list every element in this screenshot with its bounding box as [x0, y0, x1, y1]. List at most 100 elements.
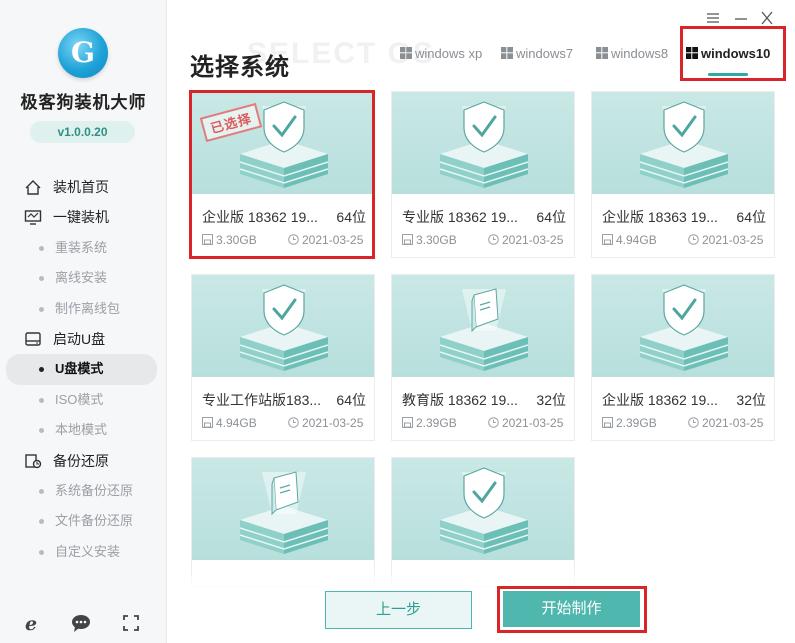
- backup-icon: [25, 453, 42, 468]
- logo-glyph: G: [71, 36, 95, 69]
- bullet-dot-icon: [39, 519, 44, 525]
- sidebar-subitem-label: U盘模式: [55, 361, 104, 377]
- tab-label: windows xp: [415, 46, 483, 61]
- os-card[interactable]: 专业工作站版183... 64位 4.94GB 2021-03-25: [191, 274, 375, 441]
- os-size: 2.39GB: [416, 416, 457, 430]
- disk-icon: [602, 234, 613, 245]
- sidebar-item-9[interactable]: 备份还原: [0, 446, 167, 476]
- os-thumbnail: [392, 458, 574, 560]
- tab-windows-xp[interactable]: windows xp: [400, 40, 482, 68]
- os-thumbnail: [392, 92, 574, 194]
- shield-check-icon: [592, 101, 774, 194]
- os-meta: 4.94GB 2021-03-25: [202, 416, 363, 430]
- bullet-dot-icon: [39, 549, 44, 555]
- disk-icon: [402, 234, 413, 245]
- sidebar-item-4[interactable]: 制作离线包: [0, 294, 167, 324]
- os-name: 专业工作站版183...: [202, 392, 322, 408]
- os-size: 3.30GB: [416, 233, 457, 247]
- sidebar-item-7[interactable]: ISO模式: [0, 385, 167, 415]
- os-card[interactable]: 企业版 18363 19... 64位 4.94GB 2021-03-25: [591, 91, 775, 258]
- sidebar-item-5[interactable]: 启动U盘: [0, 324, 167, 354]
- os-thumbnail: [592, 275, 774, 377]
- monitor-icon: [24, 210, 42, 226]
- close-icon[interactable]: [758, 10, 776, 26]
- bullet-dot-icon: [39, 428, 44, 434]
- sidebar-subitem-label: 制作离线包: [55, 300, 121, 316]
- minimize-icon[interactable]: [732, 10, 750, 26]
- sidebar-item-2[interactable]: 重装系统: [0, 233, 167, 263]
- os-date: 2021-03-25: [502, 233, 564, 247]
- tab-label: windows7: [516, 46, 574, 61]
- sidebar-item-label: 启动U盘: [53, 330, 106, 347]
- os-name: 企业版 18363 19...: [602, 209, 718, 225]
- chat-icon[interactable]: [70, 612, 92, 634]
- os-name: 教育版 18362 19...: [402, 392, 518, 408]
- os-card[interactable]: [191, 457, 375, 587]
- os-thumbnail: [192, 275, 374, 377]
- os-name: 专业版 18362 19...: [402, 209, 518, 225]
- sidebar: G 极客狗装机大师 v1.0.0.20 装机首页一键装机重装系统离线安装制作离线…: [0, 0, 167, 643]
- sidebar-item-3[interactable]: 离线安装: [0, 263, 167, 293]
- os-name: 企业版 18362 19...: [602, 392, 718, 408]
- tab-windows8[interactable]: windows8: [596, 40, 668, 68]
- sidebar-item-10[interactable]: 系统备份还原: [0, 476, 167, 506]
- bullet-dot-icon: [39, 245, 44, 251]
- sidebar-subitem-label: 系统备份还原: [55, 482, 134, 498]
- app-name: 极客狗装机大师: [20, 93, 147, 112]
- disk-icon: [602, 417, 613, 428]
- os-card[interactable]: 专业版 18362 19... 64位 3.30GB 2021-03-25: [391, 91, 575, 258]
- sidebar-item-8[interactable]: 本地模式: [0, 415, 167, 445]
- tab-windows7[interactable]: windows7: [501, 40, 573, 68]
- bullet-dot-icon: [39, 397, 44, 403]
- sidebar-subitem-label: 重装系统: [55, 239, 108, 255]
- os-date: 2021-03-25: [302, 416, 364, 430]
- sidebar-item-label: 装机首页: [53, 179, 109, 195]
- windows-logo-icon: [596, 47, 608, 59]
- sidebar-item-11[interactable]: 文件备份还原: [0, 506, 167, 536]
- os-size: 2.39GB: [616, 416, 657, 430]
- os-meta: 4.94GB 2021-03-25: [602, 233, 763, 247]
- clock-icon: [688, 234, 699, 245]
- os-size: 4.94GB: [216, 416, 257, 430]
- os-date: 2021-03-25: [702, 233, 764, 247]
- os-meta: 3.30GB 2021-03-25: [402, 233, 563, 247]
- os-card[interactable]: 企业版 18362 19... 32位 2.39GB 2021-03-25: [591, 274, 775, 441]
- os-thumbnail: [592, 92, 774, 194]
- clock-icon: [288, 417, 299, 428]
- usb-drive-icon: [25, 332, 41, 346]
- browser-e-icon[interactable]: e: [22, 612, 44, 634]
- sidebar-subitem-label: 文件备份还原: [55, 513, 134, 529]
- tab-label: windows8: [611, 46, 669, 61]
- os-bits: 32位: [736, 392, 766, 408]
- os-meta: 2.39GB 2021-03-25: [602, 416, 763, 430]
- sidebar-item-1[interactable]: 一键装机: [0, 202, 167, 232]
- version-badge: v1.0.0.20: [30, 121, 135, 143]
- app-logo: G: [58, 28, 108, 78]
- book-icon: [392, 288, 574, 377]
- os-date: 2021-03-25: [702, 416, 764, 430]
- shield-check-icon: [592, 284, 774, 377]
- os-card[interactable]: [391, 457, 575, 587]
- sidebar-subitem-label: 本地模式: [55, 422, 108, 438]
- sidebar-item-0[interactable]: 装机首页: [0, 172, 167, 202]
- previous-step-button[interactable]: 上一步: [325, 591, 472, 629]
- footer-bar: [168, 575, 795, 643]
- shield-check-icon: [392, 467, 574, 560]
- os-bits: 64位: [736, 209, 766, 225]
- os-card[interactable]: 教育版 18362 19... 32位 2.39GB 2021-03-25: [391, 274, 575, 441]
- sidebar-item-12[interactable]: 自定义安装: [0, 537, 167, 567]
- sidebar-item-label: 备份还原: [53, 452, 109, 469]
- page-title: 选择系统: [190, 54, 290, 81]
- menu-icon[interactable]: [704, 10, 722, 26]
- highlight-frame-card: [189, 90, 375, 259]
- fullscreen-icon[interactable]: [120, 612, 142, 634]
- disk-icon: [402, 417, 413, 428]
- sidebar-item-6[interactable]: U盘模式: [6, 354, 157, 385]
- clock-icon: [688, 417, 699, 428]
- os-bits: 64位: [536, 209, 566, 225]
- disk-icon: [202, 417, 213, 428]
- sidebar-nav: 装机首页一键装机重装系统离线安装制作离线包启动U盘 U盘模式 ISO模式本地模式备份…: [0, 172, 167, 567]
- book-icon: [192, 471, 374, 560]
- os-thumbnail: [392, 275, 574, 377]
- clock-icon: [488, 234, 499, 245]
